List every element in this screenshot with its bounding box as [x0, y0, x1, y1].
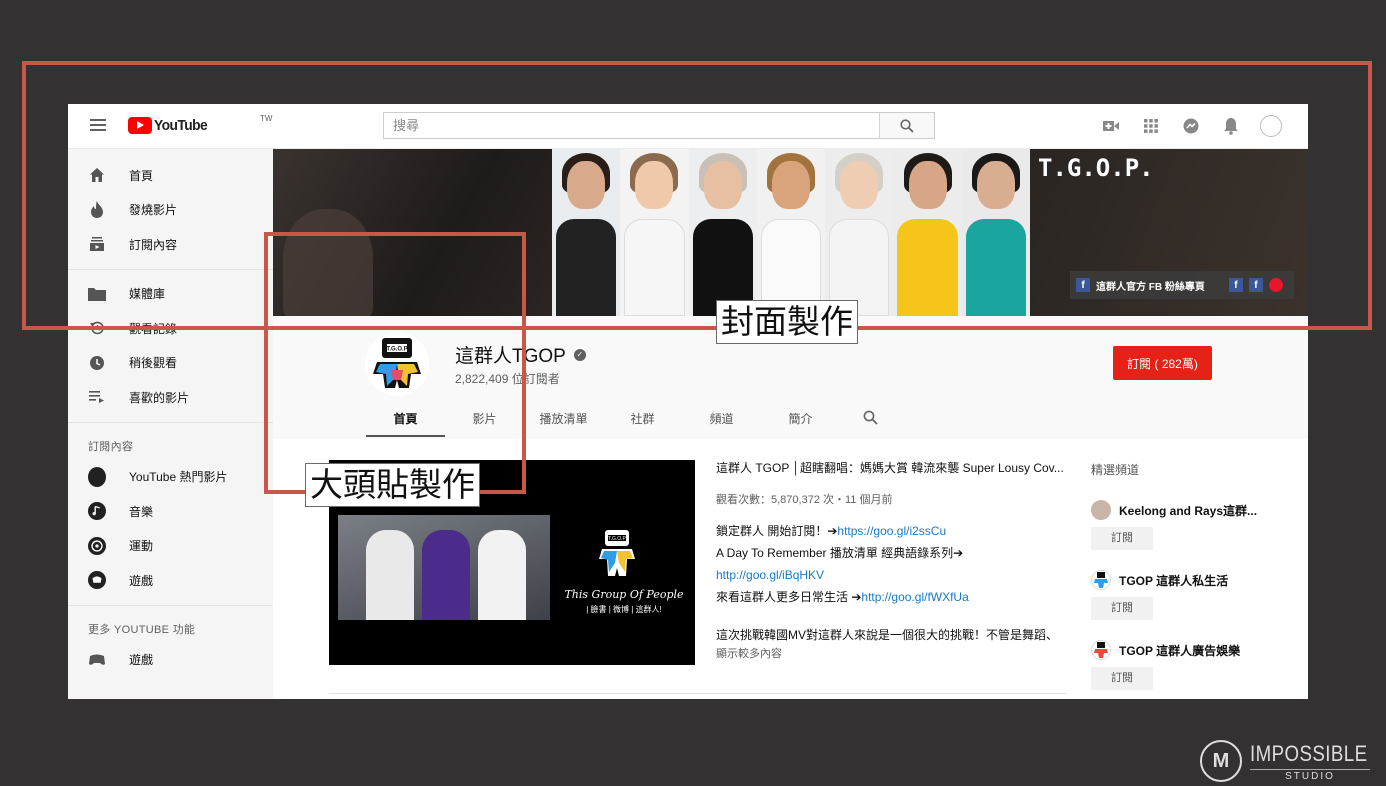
featured-video-details: 這群人 TGOP │超瞎翻唱：媽媽大賞 韓流來襲 Super Lousy Cov… [716, 459, 1071, 661]
verified-check-icon: ✓ [573, 348, 586, 361]
music-avatar-icon [88, 502, 106, 521]
clock-icon [88, 354, 106, 372]
sidebar-divider [68, 604, 273, 606]
sidebar-item-gaming[interactable]: 遊戲 [68, 563, 273, 598]
description-line: 鎖定群人 開始訂閱！➔https://goo.gl/i2ssCu [716, 523, 1071, 539]
featured-channels: 精選頻道 Keelong and Rays這群... 訂閱 TGOP 這群人私生… [1091, 439, 1301, 690]
thumbnail-subtitle: | 臉書 | 微博 | 這群人! [586, 605, 662, 614]
sidebar-item-label: YouTube 熱門影片 [129, 470, 228, 485]
featured-channel-item: TGOP 這群人私生活 訂閱 [1091, 570, 1301, 620]
sidebar-item-youtube-popular[interactable]: YouTube 熱門影片 [68, 460, 273, 495]
thumbnail-logo-text: T.G.O.P [608, 536, 626, 542]
description-text: 鎖定群人 開始訂閱！➔ [716, 524, 838, 538]
sidebar-item-label: 稍後觀看 [129, 356, 178, 371]
sidebar-item-label: 遊戲 [129, 653, 154, 668]
video-meta: 觀看次數：5,870,372 次・11 個月前 [716, 494, 893, 506]
video-thumbnail-photo [338, 515, 550, 620]
featured-channel-row[interactable]: TGOP 這群人廣告娛樂 [1091, 640, 1301, 660]
featured-channels-heading: 精選頻道 [1091, 463, 1140, 477]
sidebar-item-gaming-feature[interactable]: 遊戲 [68, 643, 273, 678]
thumbnail-tagline: This Group Of People [564, 588, 684, 601]
sidebar-item-music[interactable]: 音樂 [68, 494, 273, 529]
channel-avatar [1091, 500, 1111, 520]
sidebar-item-label: 喜歡的影片 [129, 390, 190, 405]
tab-search[interactable] [840, 396, 900, 439]
sidebar-item-liked-videos[interactable]: 喜歡的影片 [68, 380, 273, 415]
sidebar-item-label: 運動 [129, 539, 154, 554]
tab-about[interactable]: 簡介 [761, 396, 840, 439]
description-line: 來看這群人更多日常生活 ➔http://goo.gl/fWXfUa [716, 589, 1071, 605]
avatar-design-label: 大頭貼製作 [305, 463, 480, 507]
sidebar-divider [68, 421, 273, 423]
gaming-avatar-icon [88, 571, 106, 590]
featured-channel-item: Keelong and Rays這群... 訂閱 [1091, 500, 1301, 550]
cover-design-label: 封面製作 [716, 300, 858, 344]
description-line: 這次挑戰韓國MV對這群人來說是一個很大的挑戰！不管是舞蹈、 [716, 628, 1059, 642]
playlist-link[interactable]: http://goo.gl/iBqHKV [716, 568, 824, 582]
daily-life-link[interactable]: http://goo.gl/fWXfUa [861, 590, 968, 604]
playlist-icon [88, 388, 106, 406]
tab-playlists[interactable]: 播放清單 [524, 396, 603, 439]
featured-channel-name: Keelong and Rays這群... [1119, 503, 1258, 518]
sidebar-item-label: 音樂 [129, 504, 154, 519]
featured-channel-row[interactable]: TGOP 這群人私生活 [1091, 570, 1301, 590]
featured-subscribe-button[interactable]: 訂閱 [1091, 527, 1153, 550]
featured-channel-item: TGOP 這群人廣告娛樂 訂閱 [1091, 640, 1301, 690]
description-line: A Day To Remember 播放清單 經典語錄系列➔ [716, 546, 964, 560]
tab-community[interactable]: 社群 [603, 396, 682, 439]
youtube-popular-avatar [88, 466, 106, 487]
description-line: http://goo.gl/iBqHKV [716, 567, 1071, 583]
featured-channel-name: TGOP 這群人廣告娛樂 [1119, 643, 1241, 658]
show-more-link[interactable]: 顯示較多內容 [716, 645, 1071, 661]
thumbnail-tgop-logo: T.G.O.P [599, 530, 635, 576]
avatar-highlight-frame [264, 232, 526, 494]
cover-highlight-frame [22, 61, 1372, 330]
featured-channel-row[interactable]: Keelong and Rays這群... [1091, 500, 1301, 520]
subscribe-button[interactable]: 訂閱 ( 282萬) [1113, 346, 1212, 380]
studio-logo-mark: M [1200, 740, 1242, 782]
subscriptions-heading: 訂閱內容 [88, 440, 134, 453]
sidebar-item-sports[interactable]: 運動 [68, 529, 273, 564]
featured-channel-name: TGOP 這群人私生活 [1119, 573, 1229, 588]
channel-avatar [1091, 570, 1111, 590]
controller-icon [88, 651, 106, 669]
description-text: 來看這群人更多日常生活 ➔ [716, 590, 862, 604]
studio-sub: STUDIO [1250, 768, 1370, 782]
video-title[interactable]: 這群人 TGOP │超瞎翻唱：媽媽大賞 韓流來襲 Super Lousy Cov… [716, 459, 1071, 476]
studio-watermark: M IMPOSSIBLE STUDIO [1200, 740, 1386, 782]
sidebar-item-watch-later[interactable]: 稍後觀看 [68, 346, 273, 381]
tab-channels[interactable]: 頻道 [682, 396, 761, 439]
more-features-heading: 更多 YOUTUBE 功能 [88, 623, 196, 636]
sports-avatar-icon [88, 536, 106, 555]
content-divider [329, 693, 1067, 694]
subscribe-link[interactable]: https://goo.gl/i2ssCu [837, 524, 946, 538]
studio-text: IMPOSSIBLE STUDIO [1250, 741, 1386, 782]
studio-brand: IMPOSSIBLE [1250, 740, 1368, 766]
featured-subscribe-button[interactable]: 訂閱 [1091, 597, 1153, 620]
sidebar-item-label: 遊戲 [129, 573, 154, 588]
featured-subscribe-button[interactable]: 訂閱 [1091, 667, 1153, 690]
channel-avatar [1091, 640, 1111, 660]
search-icon [863, 410, 878, 425]
